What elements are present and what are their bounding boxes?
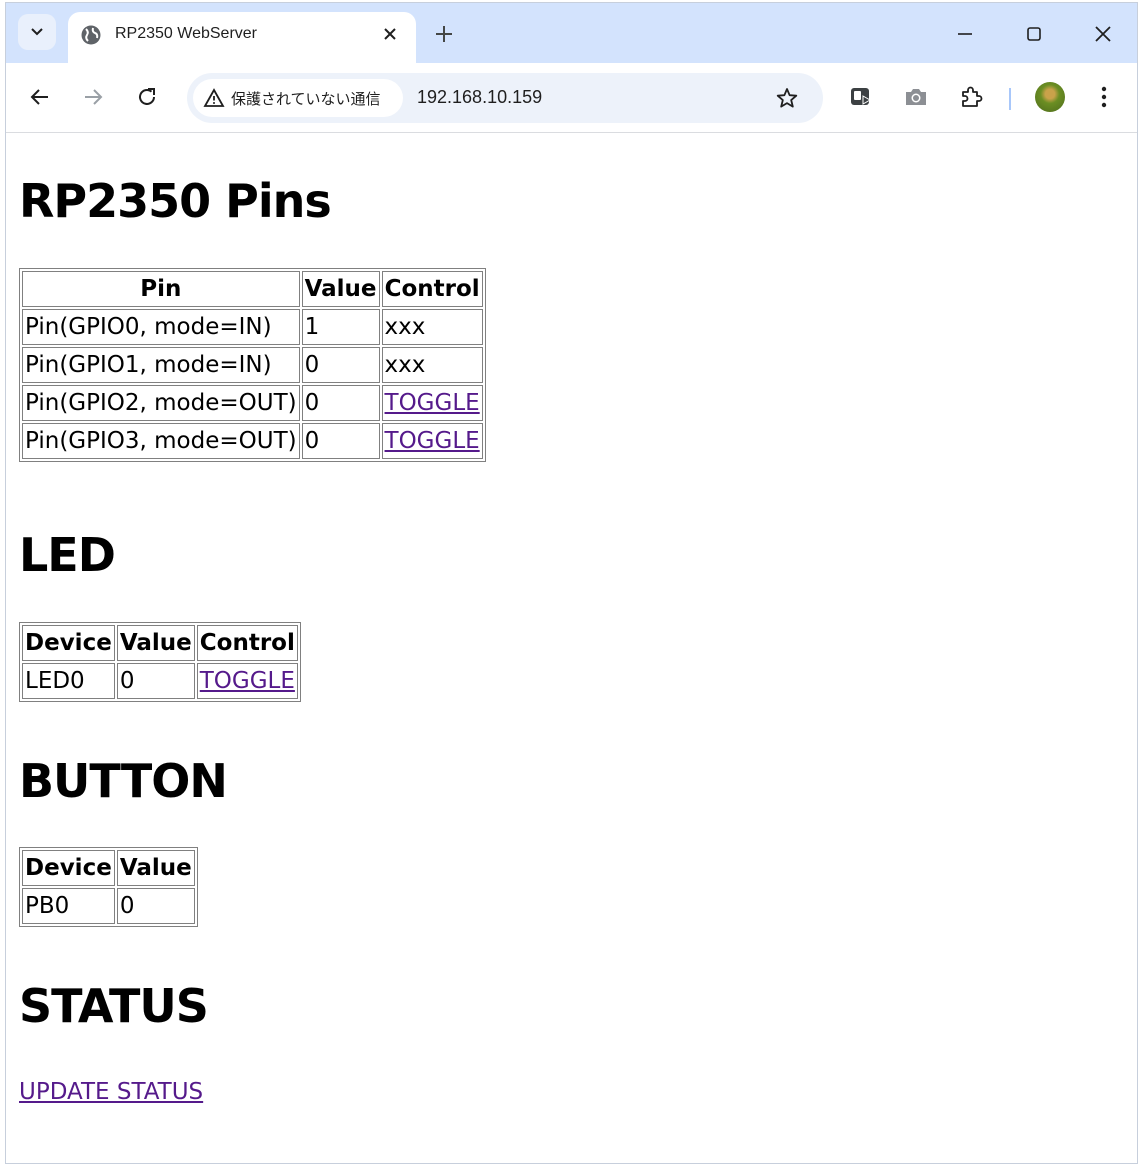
column-header-device: Device [22, 850, 115, 886]
star-icon [776, 88, 798, 108]
screenshot-button[interactable] [902, 83, 930, 111]
extensions-icon [962, 86, 983, 107]
close-icon [1095, 26, 1111, 42]
address-bar[interactable]: 保護されていない通信 192.168.10.159 [187, 73, 823, 123]
value-cell: 1 [301, 309, 380, 345]
led-heading: LED [19, 528, 116, 582]
pins-heading: RP2350 Pins [19, 174, 332, 228]
back-icon [30, 89, 48, 105]
tab-title: RP2350 WebServer [115, 25, 257, 42]
pin-cell: Pin(GPIO1, mode=IN) [22, 347, 300, 383]
new-tab-button[interactable] [431, 21, 457, 47]
camera-icon [906, 89, 926, 105]
back-button[interactable] [26, 83, 54, 111]
tab-search-button[interactable] [18, 14, 56, 50]
control-cell: xxx [381, 309, 483, 345]
table-row: PB0 0 [22, 888, 195, 924]
column-header-value: Value [116, 625, 195, 661]
extensions-button[interactable] [957, 83, 985, 111]
value-cell: 0 [301, 385, 380, 421]
pin-cell: Pin(GPIO2, mode=OUT) [22, 385, 300, 421]
tab-close-button[interactable] [378, 22, 402, 46]
chevron-down-icon [31, 28, 43, 36]
tab-strip: RP2350 WebServer [6, 3, 1137, 64]
tab-active[interactable]: RP2350 WebServer [68, 12, 416, 64]
pins-table: Pin Value Control Pin(GPIO0, mode=IN) 1 … [19, 268, 486, 462]
avatar[interactable] [1035, 82, 1065, 112]
close-icon [384, 28, 396, 40]
control-cell: TOGGLE [196, 663, 298, 699]
reload-icon [139, 88, 155, 105]
close-window-button[interactable] [1086, 19, 1120, 49]
control-cell: TOGGLE [381, 423, 483, 459]
update-status-link[interactable]: UPDATE STATUS [19, 1079, 203, 1105]
forward-icon [85, 89, 103, 105]
reload-button[interactable] [133, 83, 161, 111]
table-row: Pin(GPIO0, mode=IN) 1 xxx [22, 309, 483, 345]
browser-window: RP2350 WebServer 保護されていない通信 192.168.10.1… [5, 2, 1138, 1164]
cast-icon [851, 88, 872, 105]
table-header-row: Pin Value Control [22, 271, 483, 307]
column-header-value: Value [301, 271, 380, 307]
table-row: Pin(GPIO1, mode=IN) 0 xxx [22, 347, 483, 383]
value-cell: 0 [301, 423, 380, 459]
security-label: 保護されていない通信 [231, 90, 381, 108]
value-cell: 0 [301, 347, 380, 383]
warning-icon [203, 87, 225, 109]
cast-button[interactable] [847, 83, 875, 111]
column-header-control: Control [196, 625, 298, 661]
more-icon [1101, 86, 1107, 108]
status-heading: STATUS [19, 979, 209, 1033]
pin-cell: Pin(GPIO0, mode=IN) [22, 309, 300, 345]
led-table: Device Value Control LED0 0 TOGGLE [19, 622, 301, 702]
security-chip[interactable]: 保護されていない通信 [193, 79, 403, 117]
column-header-device: Device [22, 625, 115, 661]
maximize-icon [1027, 27, 1041, 41]
more-menu-button[interactable] [1090, 83, 1118, 111]
pin-cell: Pin(GPIO3, mode=OUT) [22, 423, 300, 459]
page-content: RP2350 Pins Pin Value Control Pin(GPIO0,… [19, 134, 1129, 1159]
value-cell: 0 [116, 888, 195, 924]
toggle-gpio3-link[interactable]: TOGGLE [385, 428, 480, 454]
toggle-led0-link[interactable]: TOGGLE [200, 668, 295, 694]
toolbar-divider [1009, 88, 1011, 110]
url-text[interactable]: 192.168.10.159 [417, 87, 542, 108]
bookmark-button[interactable] [774, 85, 800, 111]
table-header-row: Device Value [22, 850, 195, 886]
minimize-icon [958, 33, 972, 35]
maximize-button[interactable] [1017, 19, 1051, 49]
browser-toolbar: 保護されていない通信 192.168.10.159 [6, 63, 1137, 133]
button-table: Device Value PB0 0 [19, 847, 198, 927]
forward-button[interactable] [79, 83, 107, 111]
control-cell: xxx [381, 347, 483, 383]
column-header-value: Value [116, 850, 195, 886]
globe-icon [81, 25, 101, 45]
table-header-row: Device Value Control [22, 625, 298, 661]
column-header-pin: Pin [22, 271, 300, 307]
minimize-button[interactable] [948, 19, 982, 49]
column-header-control: Control [381, 271, 483, 307]
table-row: Pin(GPIO2, mode=OUT) 0 TOGGLE [22, 385, 483, 421]
control-cell: TOGGLE [381, 385, 483, 421]
device-cell: PB0 [22, 888, 115, 924]
table-row: LED0 0 TOGGLE [22, 663, 298, 699]
device-cell: LED0 [22, 663, 115, 699]
table-row: Pin(GPIO3, mode=OUT) 0 TOGGLE [22, 423, 483, 459]
plus-icon [436, 26, 452, 42]
value-cell: 0 [116, 663, 195, 699]
toggle-gpio2-link[interactable]: TOGGLE [385, 390, 480, 416]
button-heading: BUTTON [19, 754, 228, 808]
